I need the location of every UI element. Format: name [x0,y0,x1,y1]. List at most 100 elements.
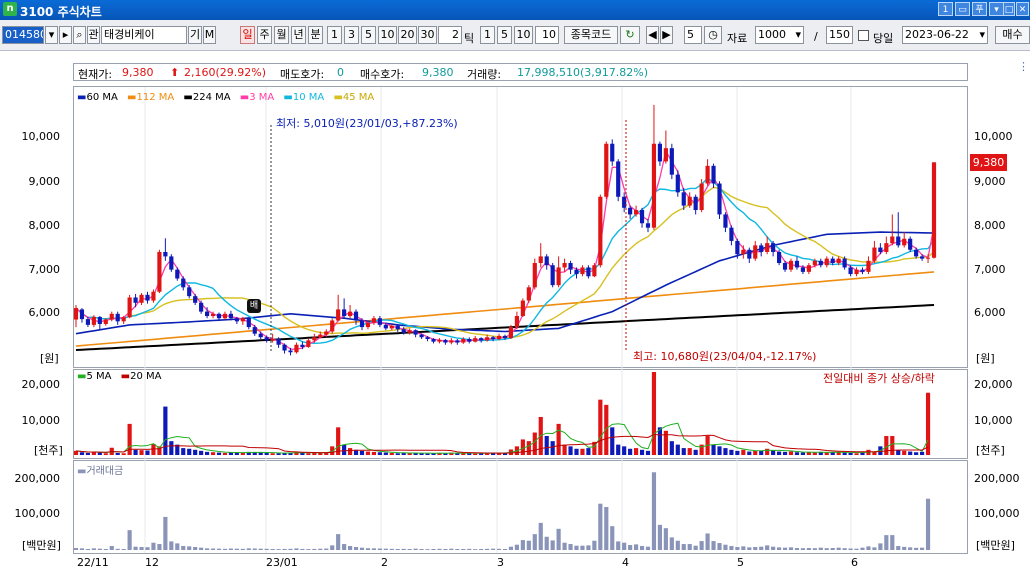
amount-bar [705,533,710,550]
volume-bar [919,451,925,455]
candle-body [902,238,907,246]
amount-bar [550,540,555,550]
amount-bar [645,546,651,550]
x-tick-nov: 22/11 [77,556,109,569]
amount-bar [687,544,692,550]
volume-bar [574,448,579,455]
volume-bar [187,448,192,455]
candle-body [151,291,156,301]
amount-bar [812,548,817,550]
amount-bar [133,546,138,550]
volume-bar [395,453,400,455]
y-tick-left: 6,000 [28,306,61,319]
candle-body [771,243,776,252]
volume-bar [473,453,478,455]
dividend-event-marker[interactable]: 배 [247,299,261,313]
amount-bar [389,548,394,550]
candle-body [324,331,329,335]
candle-body [639,210,645,224]
amount-bar [610,526,615,550]
amount-bar [234,548,239,550]
amount-bar [681,544,686,550]
stock-chart-svg[interactable] [0,0,1030,574]
volume-bar [342,444,347,455]
candle-body [419,334,424,338]
candle-body [872,247,877,261]
candle-body [830,258,835,264]
volume-bar [181,448,186,455]
amount-bar [765,545,770,550]
amount-bar [252,548,257,550]
candle-body [127,297,132,318]
amount-bar [127,530,132,550]
low-annotation: 최저: 5,010원(23/01/03,+87.23%) [276,117,458,130]
amount-bar [431,549,436,550]
amount-bar [788,547,794,550]
candle-body [657,143,663,162]
candle-body [514,316,520,328]
volume-bar [240,452,245,455]
volume-bar [645,450,651,455]
candle-body [330,320,335,332]
amount-bar [729,546,734,550]
amount-bar [675,540,680,550]
volume-bar [884,435,889,455]
x-tick-jan: 23/01 [266,556,298,569]
candle-body [741,249,746,255]
legend-vol-ma20-marker: ▬ [120,371,131,382]
y-tick-left: 8,000 [28,219,61,232]
x-tick-jun: 6 [851,556,858,569]
candle-body [407,330,412,333]
candle-body [437,339,442,342]
candle-body [556,267,561,286]
amount-bar [413,548,418,550]
amount-bar [794,548,800,550]
amount-bar [103,549,108,550]
volume-bar [377,452,382,455]
volume-bar [300,452,305,455]
volume-bar [598,399,603,455]
volume-bar [806,452,811,455]
volume-bar [854,453,859,455]
candle-body [485,337,490,341]
amount-bar [806,548,811,550]
amount-bar [669,537,674,550]
candle-body [359,320,365,328]
amount-bar [818,547,823,550]
amount-bar [288,548,293,550]
legend-ma60: 60 MA [86,92,118,103]
volume-bar [914,452,919,455]
amount-bar [109,546,114,550]
amount-bar [359,547,365,550]
volume-bar [169,441,174,455]
amount-bar [604,507,609,550]
amount-bar [169,541,174,550]
candle-body [884,243,889,252]
amount-bar [175,543,180,550]
candle-body [622,196,627,208]
candle-body [836,258,841,264]
candle-body [473,338,478,342]
candle-body [931,162,937,258]
amount-bar [97,548,102,550]
candle-body [592,265,597,277]
candle-body [705,165,710,184]
amount-bar [663,528,668,550]
volume-bar [687,448,692,455]
current-price-tag: 9,380 [970,154,1007,171]
volume-bar [258,452,263,455]
candle-body [896,236,901,246]
amount-bar [240,548,245,550]
amount-bar [782,547,788,550]
candle-body [401,329,406,333]
legend-vol-ma20: 20 MA [130,371,162,382]
amount-bar [836,547,841,550]
candle-body [782,263,788,270]
x-tick-feb: 2 [381,556,388,569]
candle-body [395,325,400,330]
legend-ma3: 3 MA [249,92,275,103]
y-tick-right: 7,000 [974,263,1006,276]
candle-body [818,260,823,266]
candle-body [747,249,752,259]
volume-bar [407,453,412,455]
